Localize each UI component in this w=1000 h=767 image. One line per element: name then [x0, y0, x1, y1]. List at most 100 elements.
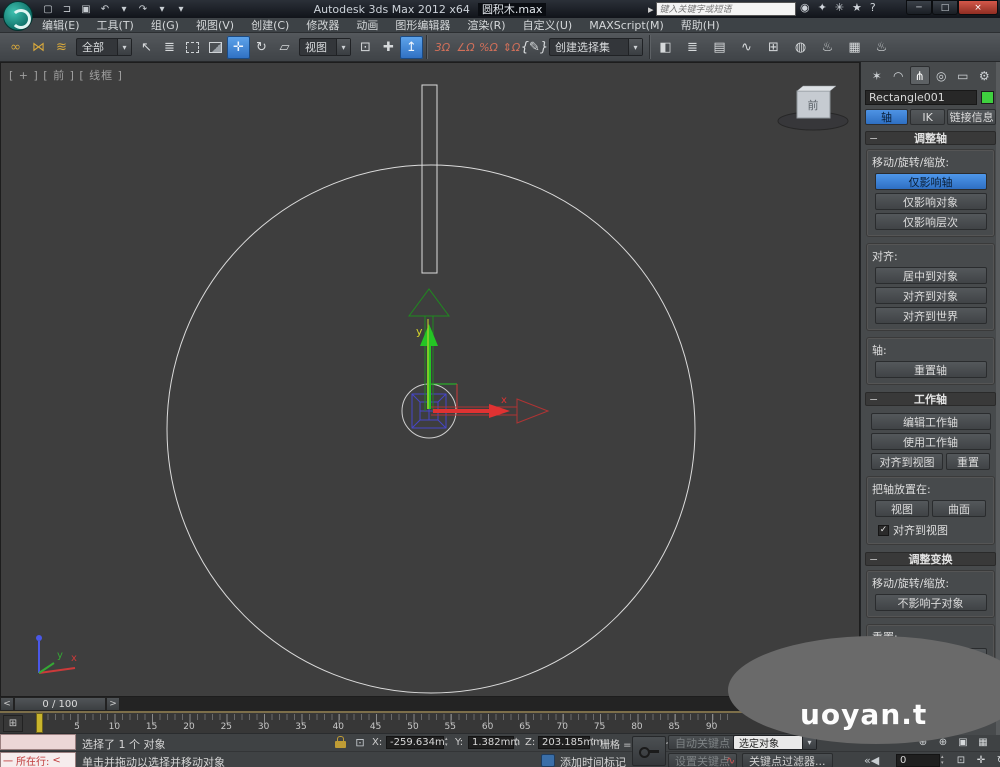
gizmo-y-axis-arrow[interactable] [420, 324, 438, 409]
object-name-field[interactable] [865, 90, 977, 105]
material-editor-icon[interactable]: ◍ [789, 36, 812, 59]
menu-item[interactable]: MAXScript(M) [589, 19, 664, 32]
next-frame-button[interactable]: > [106, 697, 120, 711]
frame-spinner[interactable]: ▴ ▾ [941, 754, 944, 766]
object-color-swatch[interactable] [981, 91, 994, 104]
create-tab-icon[interactable]: ✶ [867, 66, 887, 85]
mirror-icon[interactable]: ◧ [654, 36, 677, 59]
modify-tab-icon[interactable]: ◠ [889, 66, 909, 85]
viewcube[interactable]: 前 [777, 85, 849, 131]
menu-item[interactable]: 工具(T) [97, 17, 134, 33]
z-coordinate-field[interactable]: 203.185mm [538, 736, 603, 749]
time-slider-position[interactable]: 0 / 100 [14, 697, 106, 711]
graphite-ribbon-icon[interactable]: ▤ [708, 36, 731, 59]
redo-dropdown-icon[interactable]: ▾ [154, 2, 170, 16]
menu-item[interactable]: 自定义(U) [523, 17, 573, 33]
unlink-selection-icon[interactable]: ⋈ [27, 36, 50, 59]
menu-item[interactable]: 动画 [356, 17, 378, 33]
utilities-tab-icon[interactable]: ⚙ [975, 66, 995, 85]
menu-item[interactable]: 帮助(H) [681, 17, 720, 33]
render-setup-icon[interactable]: ♨ [816, 36, 839, 59]
time-slider-handle[interactable] [36, 713, 43, 733]
rect-selection-region-icon[interactable] [181, 36, 204, 59]
use-pivot-point-icon[interactable]: ⊡ [354, 36, 377, 59]
toolbar-options-icon[interactable]: ▾ [173, 2, 189, 16]
display-tab-icon[interactable]: ▭ [953, 66, 973, 85]
keyboard-override-icon[interactable]: ↥ [400, 35, 423, 59]
hierarchy-tab-icon[interactable]: ⋔ [910, 66, 930, 85]
spinner-snap-icon[interactable]: ⇕Ω [500, 36, 523, 59]
affect-object-only-button[interactable]: 仅影响对象 [874, 193, 987, 210]
window-crossing-icon[interactable] [204, 36, 227, 59]
align-to-object-button[interactable]: 对齐到对象 [874, 287, 987, 304]
percent-snap-icon[interactable]: %Ω [477, 36, 500, 59]
favorites-icon[interactable]: ★ [852, 1, 862, 14]
pan-icon[interactable]: ✛ [972, 753, 990, 767]
zoom-region-icon[interactable]: ⊡ [952, 753, 970, 767]
x-coordinate-field[interactable]: -259.634m [386, 736, 445, 749]
set-keys-button[interactable] [632, 736, 666, 766]
infocenter-search-icon[interactable]: ◉ [800, 1, 810, 14]
layer-manager-icon[interactable]: ≣ [681, 36, 704, 59]
y-coordinate-field[interactable]: 1.382mm [468, 736, 520, 749]
gizmo-x-axis-arrow[interactable] [433, 404, 510, 418]
reset-pivot-button[interactable]: 重置轴 [874, 361, 987, 378]
ik-tab-button[interactable]: IK [909, 109, 946, 125]
orbit-icon[interactable]: ↻ [992, 753, 1000, 767]
reference-coordinate-dropdown[interactable]: 视图 ▾ [299, 38, 351, 56]
rollout-header-working-pivot[interactable]: − 工作轴 [865, 392, 996, 406]
zoom-extents-icon[interactable]: ▣ [954, 735, 972, 750]
help-icon[interactable]: ? [870, 1, 876, 14]
circle-spline[interactable] [166, 164, 696, 694]
previous-frame-button[interactable]: < [0, 697, 14, 711]
subscription-center-icon[interactable]: ✦ [818, 1, 827, 14]
search-go-icon[interactable]: ▸ [648, 3, 654, 16]
edit-named-sets-icon[interactable]: {✎} [521, 36, 548, 59]
align-to-view-button[interactable]: 对齐到视图 [871, 453, 943, 470]
communication-center-icon[interactable]: ✳ [835, 1, 844, 14]
y-spinner[interactable]: ▴ ▾ [515, 736, 518, 748]
auto-key-button[interactable]: 自动关键点 [668, 735, 737, 750]
place-view-button[interactable]: 视图 [875, 500, 929, 517]
affect-hierarchy-only-button[interactable]: 仅影响层次 [874, 213, 987, 230]
rendered-frame-icon[interactable]: ▦ [843, 36, 866, 59]
maxscript-mini-listener[interactable] [0, 734, 76, 750]
angle-snap-icon[interactable]: ∠Ω [454, 36, 477, 59]
3dsmax-logo[interactable] [3, 1, 33, 31]
menu-item[interactable]: 图形编辑器 [395, 17, 450, 33]
named-selection-sets-dropdown[interactable]: 创建选择集 ▾ [549, 38, 643, 56]
open-file-icon[interactable]: ⊐ [59, 2, 75, 16]
zoom-extents-all-icon[interactable]: ▦ [974, 735, 992, 750]
menu-item[interactable]: 编辑(E) [42, 17, 80, 33]
schematic-view-icon[interactable]: ⊞ [762, 36, 785, 59]
dont-affect-children-button[interactable]: 不影响子对象 [874, 594, 987, 611]
z-spinner[interactable]: ▴ ▾ [591, 736, 594, 748]
save-file-icon[interactable]: ▣ [78, 2, 94, 16]
x-spinner[interactable]: ▴ ▾ [445, 736, 448, 748]
align-to-world-button[interactable]: 对齐到世界 [874, 307, 987, 324]
track-bar[interactable]: ⊞ 051015202530354045505560657075808590 [0, 711, 860, 733]
select-and-manipulate-icon[interactable]: ✚ [377, 36, 400, 59]
redo-icon[interactable]: ↷ [135, 2, 151, 16]
minimize-button[interactable]: ─ [906, 0, 932, 15]
curve-editor-icon[interactable]: ∿ [735, 36, 758, 59]
key-mode-icon[interactable]: ∿ [726, 754, 735, 767]
close-button[interactable]: × [958, 0, 998, 15]
selection-lock-icon[interactable] [335, 736, 346, 748]
affect-pivot-only-button[interactable]: 仅影响轴 [874, 173, 987, 190]
render-production-icon[interactable]: ♨ [870, 36, 893, 59]
menu-item[interactable]: 创建(C) [251, 17, 289, 33]
new-file-icon[interactable]: ▢ [40, 2, 56, 16]
select-object-icon[interactable]: ↖ [135, 36, 158, 59]
rectangle-spline[interactable] [421, 84, 438, 274]
viewcube-front-face[interactable]: 前 [808, 98, 819, 112]
go-to-start-icon[interactable]: «◀ [864, 754, 879, 767]
use-working-pivot-button[interactable]: 使用工作轴 [870, 433, 991, 450]
edit-working-pivot-button[interactable]: 编辑工作轴 [870, 413, 991, 430]
maximize-button[interactable]: □ [932, 0, 958, 15]
add-time-tag-icon[interactable] [541, 754, 555, 767]
motion-tab-icon[interactable]: ◎ [932, 66, 952, 85]
select-and-scale-icon[interactable]: ▱ [273, 36, 296, 59]
undo-dropdown-icon[interactable]: ▾ [116, 2, 132, 16]
current-frame-field[interactable]: 0 [896, 754, 940, 767]
